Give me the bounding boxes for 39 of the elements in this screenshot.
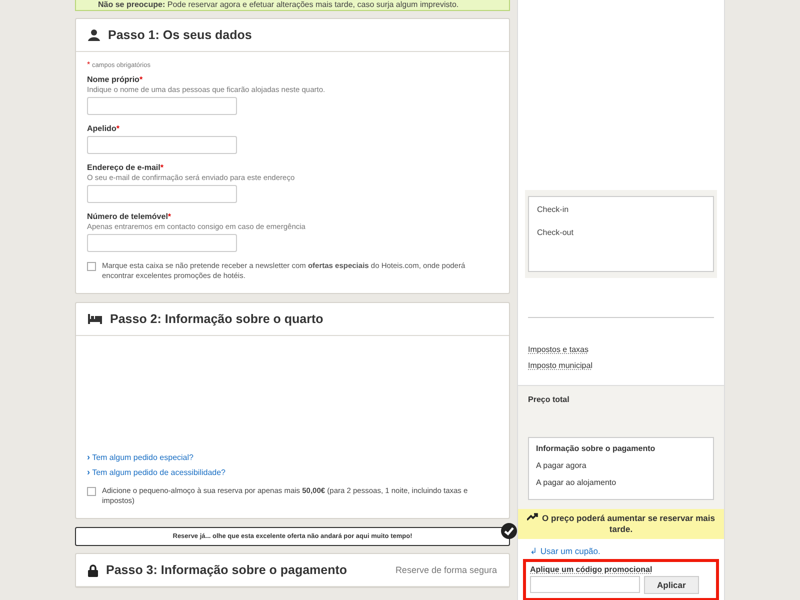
expand-link[interactable]: › Tem algum pedido especial? [87,452,498,462]
field-label: Nome próprio [87,75,140,84]
field-label: Endereço de e-mail [87,163,160,172]
field-label: Número de telemóvel [87,212,168,221]
total-label: Preço total [528,395,570,404]
coupon-link[interactable]: ↲ Usar um cupão. [530,546,719,556]
tax-link[interactable]: Imposto municipal [528,361,592,370]
person-icon [88,29,100,41]
step-title: Passo 3: Informação sobre o pagamento [106,563,348,577]
payment-row-text: A pagar ao alojamento [536,478,618,487]
promo-code-field[interactable] [530,576,640,593]
date-label: Check-in [537,205,570,214]
price-alert-text: O preço poderá aumentar se reservar mais tarde. [542,513,715,534]
step-title: Passo 2: Informação sobre o quarto [110,312,324,326]
secure-note: Reserve de forma segura [395,565,497,575]
apply-button[interactable]: Aplicar [644,576,699,594]
text-field[interactable] [87,136,237,154]
text-field[interactable] [87,97,237,115]
payment-row-text: A pagar agora [536,461,588,470]
required-mark: * [168,212,172,221]
tax-link[interactable]: Impostos e taxas [528,345,588,354]
date-label: Check-out [537,228,574,237]
required-mark: * [139,75,143,84]
trend-up-icon [527,513,540,521]
newsletter-checkbox[interactable] [87,262,96,271]
padlock-icon [88,564,98,576]
payment-title: Informação sobre o pagamento [536,444,656,453]
breakfast-checkbox[interactable] [87,487,96,496]
required-mark: * [116,124,120,133]
text-field[interactable] [87,234,237,252]
required-mark: * [87,60,90,69]
promo-label: Aplique um código promocional [530,565,654,574]
text-field[interactable] [87,185,237,203]
bed-icon [88,314,102,324]
required-mark: * [160,163,164,172]
field-label: Apelido [87,124,116,133]
step-title: Passo 1: Os seus dados [108,28,252,42]
expand-link[interactable]: › Tem algum pedido de acessibilidade? [87,467,498,477]
notice-text: Não se preocupe: Pode reservar agora e efetuar alterações mais tarde, caso surja algum imprevisto. [98,0,459,9]
